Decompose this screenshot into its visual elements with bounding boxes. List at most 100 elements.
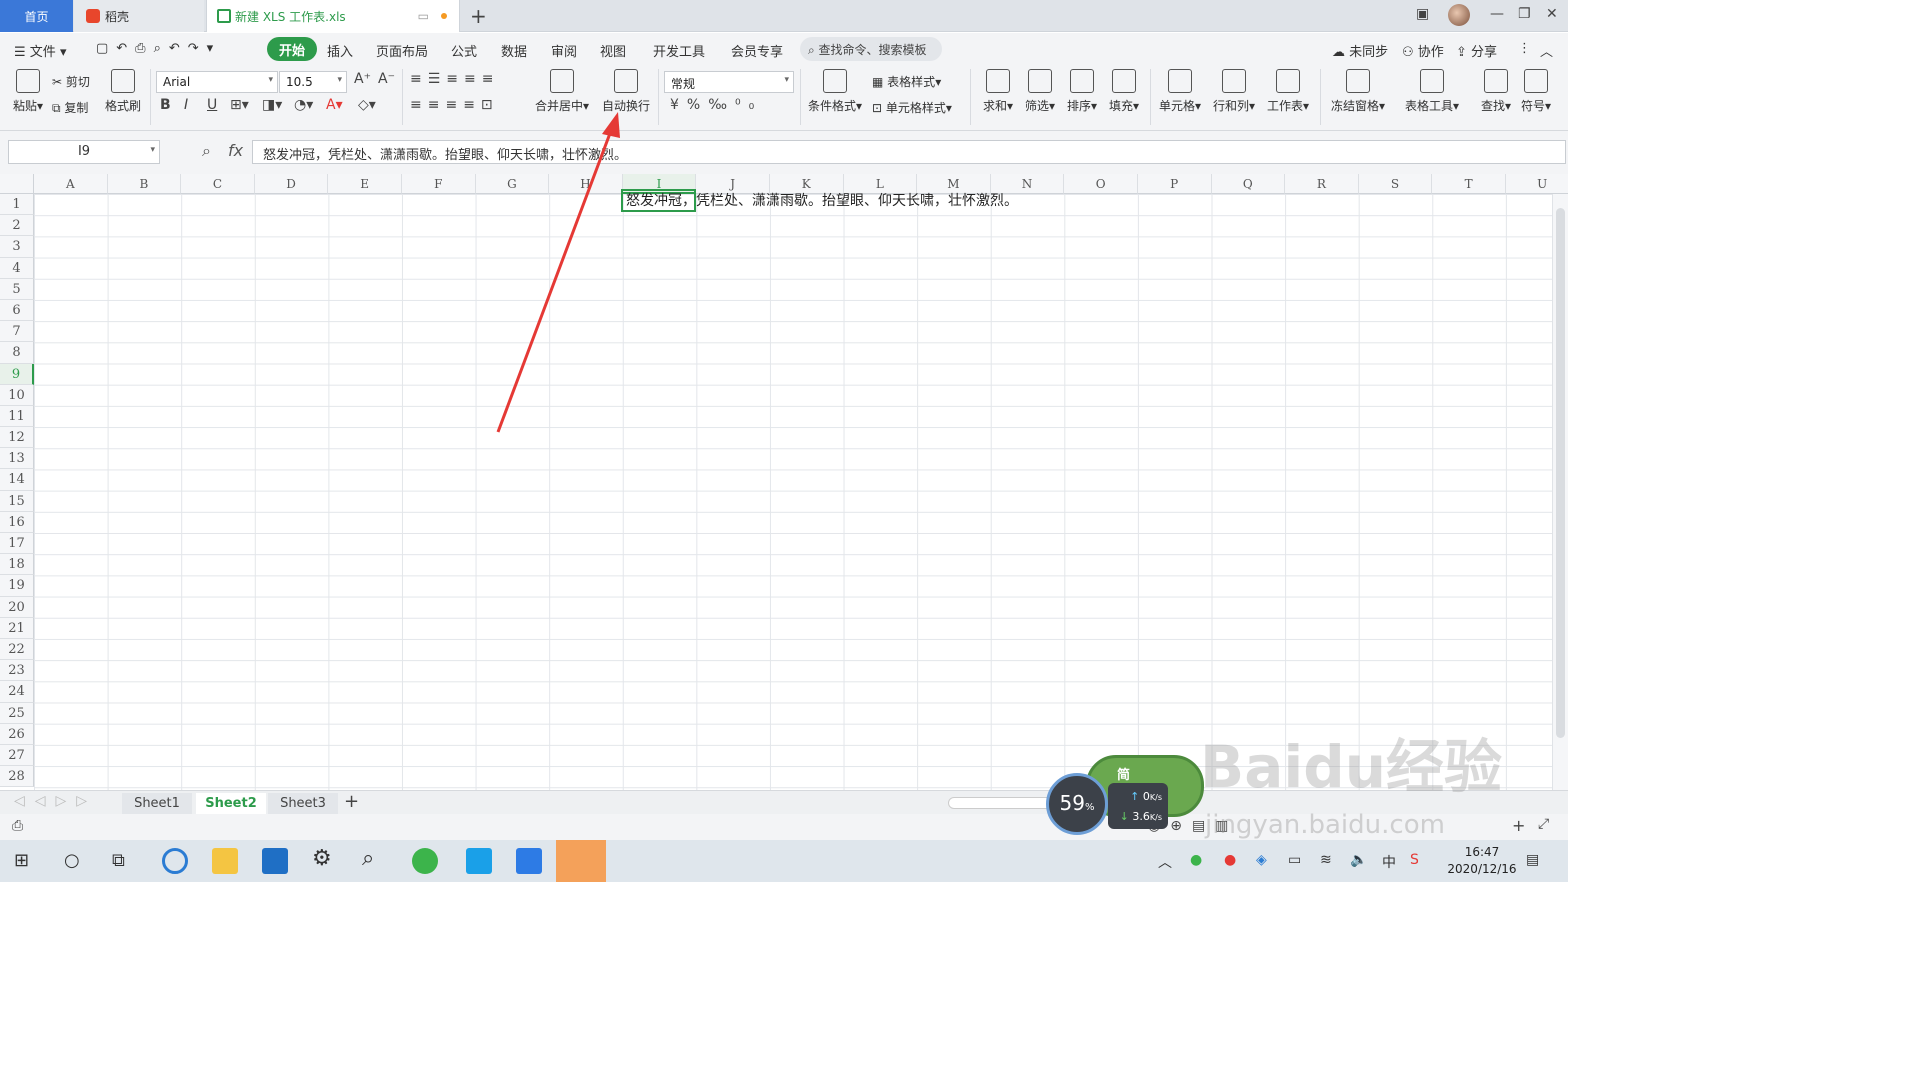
column-header-f[interactable]: F: [401, 174, 476, 194]
wps-writer-icon[interactable]: [516, 848, 542, 874]
font-color-icon[interactable]: A▾: [326, 97, 343, 113]
symbol-button[interactable]: 符号▾: [1518, 69, 1554, 114]
row-header-7[interactable]: 7: [0, 321, 34, 343]
close-icon[interactable]: ✕: [1546, 6, 1558, 22]
row-header-6[interactable]: 6: [0, 299, 34, 322]
fill-button[interactable]: 填充▾: [1106, 69, 1142, 114]
row-header-9[interactable]: 9: [0, 363, 34, 385]
quick-access-toolbar[interactable]: ▢↶⎙⌕↶↷▾: [96, 41, 221, 56]
row-header-26[interactable]: 26: [0, 723, 34, 745]
sheet-tab-1[interactable]: Sheet1: [122, 793, 192, 815]
bold-icon[interactable]: B: [160, 97, 171, 113]
column-header-e[interactable]: E: [328, 174, 402, 194]
cut-button[interactable]: ✂ 剪切: [52, 73, 90, 90]
column-header-p[interactable]: P: [1137, 174, 1212, 194]
sheet-tab-2[interactable]: Sheet2: [196, 793, 266, 815]
select-all-corner[interactable]: [0, 174, 34, 194]
table-tools-button[interactable]: 表格工具▾: [1402, 69, 1462, 114]
cell-style-button[interactable]: ⊡ 单元格样式▾: [872, 99, 952, 116]
freeze-panes-button[interactable]: 冻结窗格▾: [1328, 69, 1388, 114]
tab-daoke[interactable]: 稻壳: [74, 0, 204, 32]
app-icon[interactable]: [466, 848, 492, 874]
name-box[interactable]: I9: [8, 140, 160, 164]
underline-icon[interactable]: U: [207, 97, 217, 113]
decrease-font-icon[interactable]: A⁻: [378, 71, 395, 87]
conditional-format-button[interactable]: 条件格式▾: [806, 69, 864, 114]
row-header-22[interactable]: 22: [0, 638, 34, 661]
clock[interactable]: 16:47 2020/12/16: [1446, 844, 1518, 878]
filter-button[interactable]: 筛选▾: [1022, 69, 1058, 114]
notification-icon[interactable]: ▤: [1526, 852, 1539, 868]
sort-button[interactable]: 排序▾: [1064, 69, 1100, 114]
row-header-11[interactable]: 11: [0, 405, 34, 428]
formula-input[interactable]: 怒发冲冠，凭栏处、潇潇雨歇。抬望眼、仰天长啸，壮怀激烈。: [252, 140, 1566, 164]
command-search[interactable]: ⌕ 查找命令、搜索模板: [800, 37, 942, 61]
search-app-icon[interactable]: ⌕: [362, 846, 388, 872]
row-header-25[interactable]: 25: [0, 702, 34, 724]
menu-data[interactable]: 数据: [501, 41, 527, 60]
tab-home[interactable]: 首页: [0, 0, 73, 32]
table-style-button[interactable]: ▦ 表格样式▾: [872, 73, 941, 90]
column-header-h[interactable]: H: [549, 174, 623, 194]
zoom-icon[interactable]: ⌕: [202, 141, 211, 161]
new-tab-button[interactable]: +: [470, 4, 487, 28]
add-sheet-icon[interactable]: +: [344, 791, 359, 812]
scroll-thumb[interactable]: [1556, 208, 1565, 738]
wechat-icon[interactable]: [412, 848, 438, 874]
column-header-q[interactable]: Q: [1211, 174, 1286, 194]
worksheet-button[interactable]: 工作表▾: [1264, 69, 1312, 114]
column-header-a[interactable]: A: [34, 174, 108, 194]
tab-document[interactable]: 新建 XLS 工作表.xls ▭: [206, 0, 460, 32]
wps-spreadsheet-taskbar-icon[interactable]: [556, 840, 606, 882]
collab-button[interactable]: ⚇ 协作: [1402, 41, 1444, 60]
wrap-text-button[interactable]: 自动换行: [600, 69, 652, 114]
row-header-18[interactable]: 18: [0, 554, 34, 576]
menu-view[interactable]: 视图: [600, 41, 626, 60]
increase-font-icon[interactable]: A⁺: [354, 71, 371, 87]
menu-insert[interactable]: 插入: [327, 41, 353, 60]
window-count-icon[interactable]: ▣: [1416, 6, 1429, 22]
row-header-14[interactable]: 14: [0, 469, 34, 491]
horizontal-align-icons[interactable]: ≡≡≡≡⊡: [410, 97, 499, 113]
task-view-icon[interactable]: ⧉: [112, 850, 138, 876]
clear-format-icon[interactable]: ◇▾: [358, 97, 376, 113]
paste-button[interactable]: 粘贴▾: [10, 69, 46, 114]
row-header-19[interactable]: 19: [0, 575, 34, 597]
fx-icon[interactable]: fx: [228, 141, 243, 160]
menu-review[interactable]: 审阅: [551, 41, 577, 60]
row-col-button[interactable]: 行和列▾: [1210, 69, 1258, 114]
network-widget[interactable]: 简 59% ↑ 0K/s ↓ 3.6K/s: [1046, 755, 1206, 835]
number-format-select[interactable]: 常规: [664, 71, 794, 93]
fullscreen-icon[interactable]: ⤢: [1538, 816, 1549, 832]
column-header-s[interactable]: S: [1358, 174, 1433, 194]
sync-status[interactable]: ☁ 未同步: [1332, 41, 1388, 60]
menu-home[interactable]: 开始: [267, 37, 318, 61]
wifi-icon[interactable]: ≋: [1320, 852, 1332, 868]
cell-area[interactable]: [34, 194, 1552, 790]
column-header-c[interactable]: C: [181, 174, 255, 194]
tray-shield-icon[interactable]: ◈: [1256, 852, 1267, 868]
screen-icon[interactable]: ▭: [418, 9, 429, 23]
row-header-15[interactable]: 15: [0, 490, 34, 512]
font-size-select[interactable]: 10.5: [279, 71, 347, 93]
sheet-tab-3[interactable]: Sheet3: [268, 793, 338, 815]
menu-member[interactable]: 会员专享: [731, 41, 783, 60]
column-header-r[interactable]: R: [1285, 174, 1359, 194]
tray-qq-icon[interactable]: ●: [1224, 852, 1236, 868]
row-header-12[interactable]: 12: [0, 427, 34, 449]
row-header-4[interactable]: 4: [0, 257, 34, 279]
merge-center-button[interactable]: 合并居中▾: [532, 69, 592, 114]
row-header-24[interactable]: 24: [0, 681, 34, 703]
number-format-icons[interactable]: ¥%‰⁰₀: [670, 97, 762, 113]
windows-start-icon[interactable]: ⊞: [14, 850, 40, 876]
row-header-21[interactable]: 21: [0, 617, 34, 639]
mail-icon[interactable]: [262, 848, 288, 874]
vertical-scrollbar[interactable]: [1552, 194, 1568, 790]
row-header-23[interactable]: 23: [0, 660, 34, 682]
row-header-16[interactable]: 16: [0, 511, 34, 533]
collapse-ribbon-icon[interactable]: ︿: [1540, 41, 1553, 60]
volume-icon[interactable]: 🔈: [1350, 852, 1367, 868]
find-button[interactable]: 查找▾: [1476, 69, 1516, 114]
battery-icon[interactable]: ▭: [1288, 852, 1301, 868]
browser-icon[interactable]: [162, 848, 188, 874]
